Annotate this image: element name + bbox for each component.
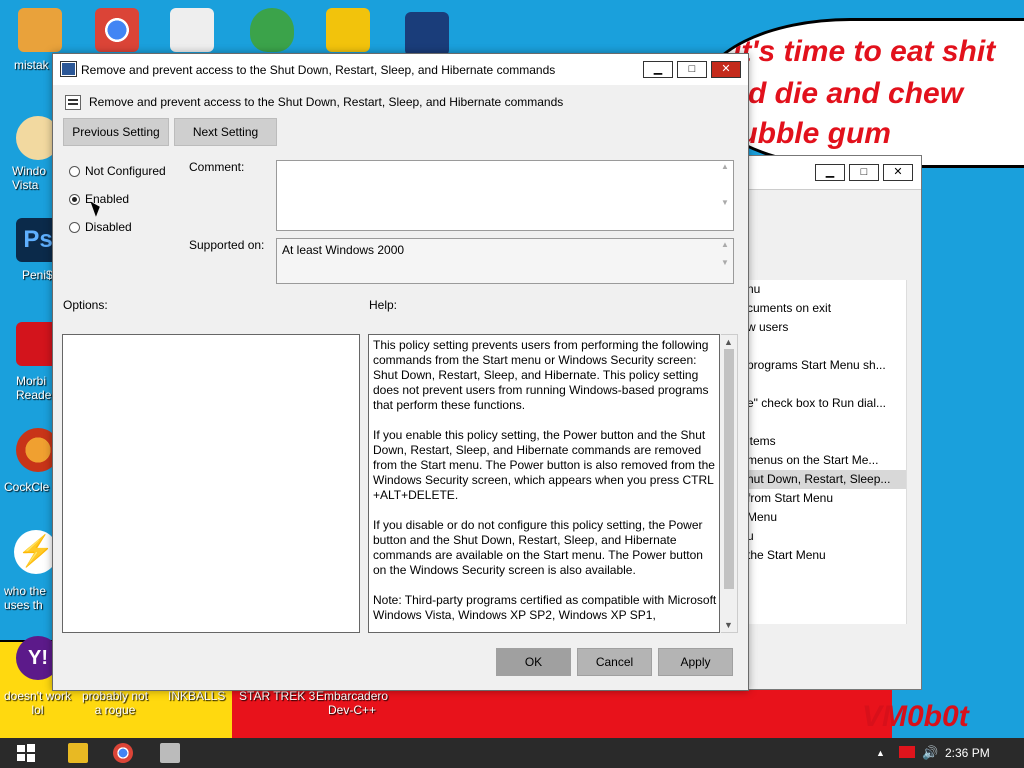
supported-field: At least Windows 2000 ▲ ▼ [276, 238, 734, 284]
help-paragraph: This policy setting prevents users from … [373, 338, 709, 412]
minimize-button[interactable]: ▁ [643, 61, 673, 78]
list-item[interactable]: from Start Menu [741, 489, 906, 508]
next-setting-button[interactable]: Next Setting [174, 118, 277, 146]
angry-birds-icon[interactable] [326, 8, 370, 52]
back-window[interactable]: ▁ □ ✕ nu cuments on exit w users program… [740, 155, 922, 690]
list-item[interactable]: nu [741, 280, 906, 299]
list-item[interactable]: w users [741, 318, 906, 337]
app-logo-icon[interactable] [405, 12, 449, 56]
icon-label-embarcadero-text: Embarcadero Dev-C++ [316, 689, 389, 717]
cancel-button[interactable]: Cancel [577, 648, 652, 676]
icon-label-who: who the uses th [4, 584, 46, 612]
back-window-titlebar[interactable]: ▁ □ ✕ [741, 156, 921, 190]
comment-scrollbar[interactable]: ▲ ▼ [718, 162, 732, 229]
policy-dialog[interactable]: Remove and prevent access to the Shut Do… [52, 53, 749, 691]
radio-circle[interactable] [69, 222, 80, 233]
windows-icon [17, 744, 35, 762]
chrome-icon[interactable] [95, 8, 139, 52]
setting-name: Remove and prevent access to the Shut Do… [89, 95, 564, 109]
options-label: Options: [63, 298, 108, 312]
icon-label-vista: Windo Vista [12, 164, 46, 192]
tray-flag-icon[interactable] [899, 746, 915, 758]
list-item[interactable] [741, 413, 906, 432]
policy-icon [61, 62, 76, 76]
list-item[interactable]: e" check box to Run dial... [741, 394, 906, 413]
maximize-button[interactable]: □ [677, 61, 707, 78]
close-button[interactable]: ✕ [711, 61, 741, 78]
help-pane[interactable]: This policy setting prevents users from … [368, 334, 720, 633]
supported-value: At least Windows 2000 [282, 243, 405, 257]
scroll-thumb[interactable] [724, 349, 734, 589]
radio-circle-selected[interactable] [69, 194, 80, 205]
list-item[interactable]: programs Start Menu sh... [741, 356, 906, 375]
icon-label-startrek: STAR TREK 3 [239, 689, 316, 703]
comment-label: Comment: [189, 160, 245, 174]
setting-icon [65, 95, 81, 110]
list-item[interactable] [741, 375, 906, 394]
icon-label-rogue: probably not a rogue [82, 689, 148, 717]
scroll-up-arrow[interactable]: ▲ [724, 337, 733, 347]
icon-label-embarcadero: Embarcadero Dev-C++ [316, 689, 388, 717]
bubble-line-2: and die and chew [713, 77, 964, 110]
previous-setting-button[interactable]: Previous Setting [63, 118, 169, 146]
volume-icon[interactable]: 🔊 [922, 745, 938, 761]
icon-label-who-text: who the uses th [4, 584, 47, 612]
list-item[interactable]: the Start Menu [741, 546, 906, 565]
help-paragraph: Note: Third-party programs certified as … [373, 593, 717, 622]
radio-circle[interactable] [69, 166, 80, 177]
dialog-titlebar[interactable]: Remove and prevent access to the Shut Do… [53, 54, 748, 85]
icon-label-rogue-text: probably not a rogue [82, 689, 149, 717]
options-pane[interactable] [62, 334, 360, 633]
comment-textarea[interactable]: ▲ ▼ [276, 160, 734, 231]
help-text: This policy setting prevents users from … [373, 338, 719, 632]
list-item[interactable]: menus on the Start Me... [741, 451, 906, 470]
tray-arrow-icon[interactable]: ▲ [876, 748, 885, 758]
help-label: Help: [369, 298, 398, 312]
back-settings-list[interactable]: nu cuments on exit w users programs Star… [741, 280, 907, 624]
icon-label-vista-text: Windo Vista [12, 164, 47, 192]
clock[interactable]: 2:36 PM [945, 746, 990, 760]
supported-label: Supported on: [189, 238, 265, 252]
bubble-line-1: it's time to eat shit [733, 35, 996, 68]
radio-label: Disabled [85, 220, 132, 234]
help-paragraph: If you enable this policy setting, the P… [373, 428, 715, 502]
list-item[interactable]: items [741, 432, 906, 451]
solitaire-icon[interactable] [170, 8, 214, 52]
icon-label-inkballs: INKBALLS [168, 689, 226, 703]
list-item[interactable]: Menu [741, 508, 906, 527]
icon-label-morbi: Morbi Reade [16, 374, 51, 402]
list-item[interactable]: cuments on exit [741, 299, 906, 318]
taskbar: ▲ 🔊 2:36 PM [0, 738, 1024, 768]
icon-label-morbi-text: Morbi Reade [16, 374, 52, 402]
back-minimize-button[interactable]: ▁ [815, 164, 845, 181]
icon-label-doesnt-work: doesn't work lol [4, 689, 71, 717]
mistake-icon[interactable] [18, 8, 62, 52]
icon-label-doesnt-work-text: doesn't work lol [4, 689, 71, 717]
list-item-selected[interactable]: hut Down, Restart, Sleep... [741, 470, 906, 489]
radio-label: Not Configured [85, 164, 166, 178]
help-scrollbar[interactable]: ▲ ▼ [721, 334, 738, 633]
back-maximize-button[interactable]: □ [849, 164, 879, 181]
setting-header: Remove and prevent access to the Shut Do… [63, 93, 743, 115]
icon-label-mistak: mistak [14, 58, 49, 72]
icon-label-penis: Peni$ [22, 268, 53, 282]
ok-button[interactable]: OK [496, 648, 571, 676]
scroll-down-arrow[interactable]: ▼ [724, 620, 733, 630]
file-explorer-icon[interactable] [68, 743, 88, 763]
start-button[interactable] [16, 743, 36, 763]
list-item[interactable]: u [741, 527, 906, 546]
chrome-taskbar-icon[interactable] [113, 743, 133, 763]
apply-button[interactable]: Apply [658, 648, 733, 676]
group-policy-taskbar-icon[interactable] [160, 743, 180, 763]
dialog-title: Remove and prevent access to the Shut Do… [81, 63, 556, 77]
shield-icon[interactable] [250, 8, 294, 52]
help-paragraph: If you disable or do not configure this … [373, 518, 703, 577]
icon-label-cockcle: CockCle [4, 480, 50, 494]
list-item[interactable] [741, 337, 906, 356]
signature: VM0b0t [862, 700, 969, 733]
supported-scrollbar[interactable]: ▲ ▼ [718, 240, 732, 282]
back-close-button[interactable]: ✕ [883, 164, 913, 181]
